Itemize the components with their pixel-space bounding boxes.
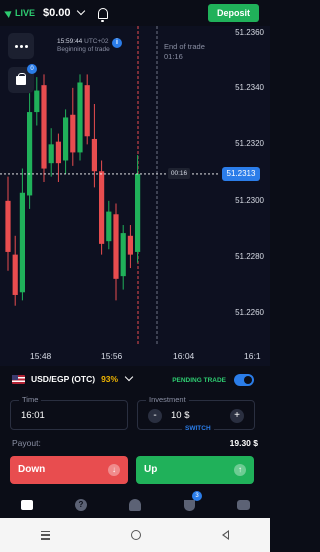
investment-field[interactable]: Investment - 10 $ + SWITCH — [137, 395, 255, 432]
payout-row: Payout: 19.30 $ — [12, 438, 258, 448]
more-icon — [236, 500, 250, 510]
current-price-marker: 51.2313 — [222, 166, 260, 181]
more-dots-icon — [14, 44, 28, 48]
arrow-down-icon: ↓ — [108, 464, 120, 476]
tournaments-badge: 3 — [192, 491, 202, 501]
candle-body — [5, 200, 11, 252]
candle-body — [99, 171, 105, 244]
up-label: Up — [144, 464, 158, 475]
bell-icon[interactable] — [97, 7, 108, 22]
live-label: LIVE — [15, 8, 36, 18]
portfolio-count-badge: 0 — [27, 64, 37, 74]
candle-body — [77, 82, 83, 153]
candle-body — [70, 114, 76, 153]
candle-body — [135, 173, 141, 252]
pending-trade-label: PENDING TRADE — [172, 377, 226, 384]
price-tick: 51.2280 — [235, 252, 264, 261]
begin-timezone: UTC+02 — [84, 38, 109, 45]
switch-currency-button[interactable]: SWITCH — [182, 425, 214, 432]
candle-body — [63, 117, 69, 161]
time-tick: 16:1 — [244, 351, 261, 361]
time-tick: 15:48 — [30, 351, 52, 361]
time-tick: 15:56 — [101, 351, 123, 361]
price-tick: 51.2260 — [235, 308, 264, 317]
deposit-button[interactable]: Deposit — [208, 4, 259, 22]
price-tick: 51.2320 — [235, 139, 264, 148]
home-icon[interactable] — [130, 530, 141, 540]
begin-text: Beginning of trade — [57, 46, 110, 53]
help-icon: ? — [75, 499, 87, 511]
person-icon — [129, 499, 141, 511]
info-icon[interactable]: i — [112, 38, 122, 48]
tab-more[interactable] — [235, 497, 251, 513]
time-field-label: Time — [19, 395, 42, 404]
price-tick: 51.2300 — [235, 196, 264, 205]
time-tick: 16:04 — [173, 351, 195, 361]
time-field[interactable]: Time 16:01 — [10, 395, 128, 430]
candle-body — [84, 85, 90, 137]
chevron-down-icon — [124, 372, 134, 382]
candle-body — [91, 138, 97, 172]
trophy-icon — [183, 499, 195, 511]
tab-chart[interactable] — [19, 497, 35, 513]
payout-value: 19.30 $ — [229, 438, 258, 448]
us-flag-icon — [12, 374, 25, 384]
chevron-down-icon[interactable] — [76, 6, 85, 16]
begin-time: 15:59:44 — [57, 38, 83, 45]
candle-body — [55, 141, 61, 164]
candle-body — [34, 90, 40, 113]
down-label: Down — [18, 464, 46, 475]
trade-panel: USD/EGP (OTC) 93% PENDING TRADE Time 16:… — [0, 366, 270, 488]
back-icon[interactable] — [222, 530, 230, 540]
trade-begin-label: 15:59:44 UTC+02 Beginning of trade — [57, 38, 110, 54]
end-text: End of trade — [164, 42, 205, 51]
investment-field-label: Investment — [146, 395, 189, 404]
trade-end-label: End of trade 01:16 — [164, 42, 205, 62]
portfolio-button[interactable]: 0 — [8, 64, 37, 93]
arrow-up-icon: ↑ — [234, 464, 246, 476]
bottom-tab-bar: ? 3 — [0, 491, 270, 518]
android-nav-bar — [0, 518, 270, 552]
time-field-value[interactable]: 16:01 — [21, 410, 45, 421]
candlestick-chart — [0, 26, 218, 346]
increase-investment-button[interactable]: + — [230, 409, 244, 423]
decrease-investment-button[interactable]: - — [148, 409, 162, 423]
price-tick: 51.2360 — [235, 28, 264, 37]
briefcase-icon — [16, 72, 26, 85]
top-bar: LIVE $0.00 Deposit — [0, 0, 270, 26]
end-time: 01:16 — [164, 52, 183, 61]
candle-body — [41, 85, 47, 169]
candle-body — [106, 211, 112, 242]
live-account-switch[interactable]: LIVE — [4, 8, 36, 18]
investment-value[interactable]: 10 $ — [171, 410, 190, 421]
candle-body — [127, 235, 133, 255]
pending-trade-toggle[interactable] — [234, 374, 254, 386]
price-tick: 51.2340 — [235, 83, 264, 92]
tab-tournaments[interactable]: 3 — [181, 491, 202, 513]
candle-body — [19, 192, 25, 293]
asset-payout-percent: 93% — [101, 374, 119, 384]
down-button[interactable]: Down ↓ — [10, 456, 128, 484]
candle-body — [27, 112, 33, 196]
candle-body — [12, 254, 18, 295]
payout-label: Payout: — [12, 438, 41, 448]
chart-icon — [21, 500, 33, 510]
candle-body — [120, 233, 126, 277]
tab-profile[interactable] — [127, 497, 143, 513]
menu-button[interactable] — [8, 33, 34, 59]
candle-body — [113, 214, 119, 279]
countdown-timer: 00:16 — [168, 168, 190, 180]
price-chart[interactable]: 51.2360 51.2340 51.2320 51.2300 51.2280 … — [0, 26, 270, 366]
recent-apps-icon[interactable] — [40, 530, 50, 540]
tab-help[interactable]: ? — [73, 497, 89, 513]
up-button[interactable]: Up ↑ — [136, 456, 254, 484]
live-icon — [4, 8, 14, 18]
asset-pair: USD/EGP (OTC) — [31, 374, 96, 384]
asset-selector[interactable]: USD/EGP (OTC) 93% — [12, 372, 134, 384]
balance-value[interactable]: $0.00 — [43, 7, 71, 19]
candle-body — [48, 144, 54, 164]
